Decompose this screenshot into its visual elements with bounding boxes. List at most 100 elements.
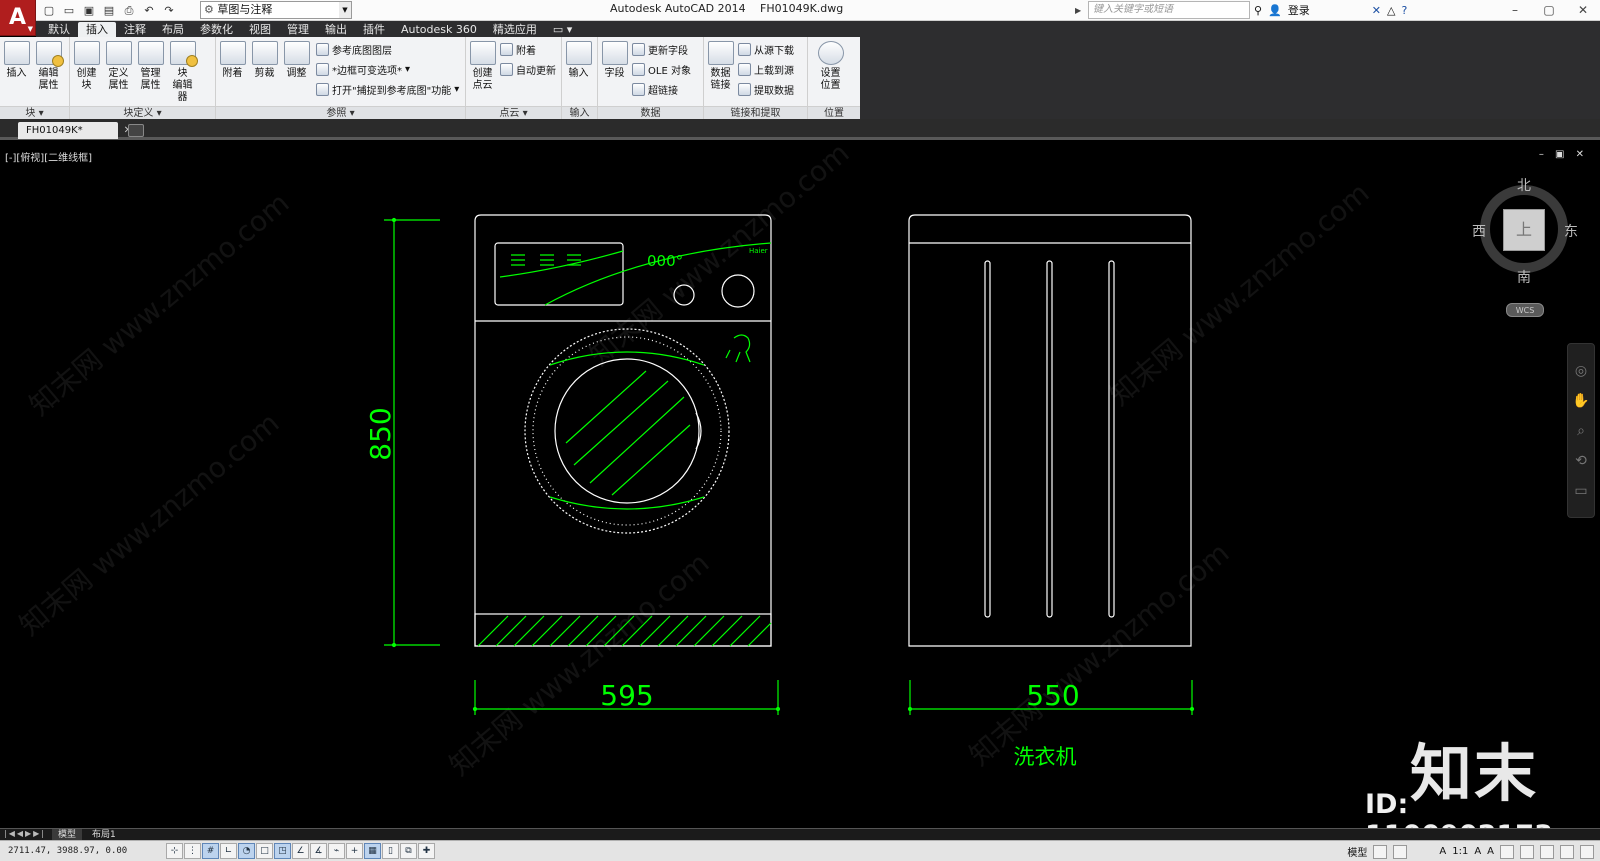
adjust-button[interactable]: 调整 bbox=[282, 41, 311, 80]
tab-manage[interactable]: 管理 bbox=[279, 22, 317, 37]
ole-object-button[interactable]: OLE 对象 bbox=[632, 61, 691, 77]
tab-plugins[interactable]: 插件 bbox=[355, 22, 393, 37]
hardware-acceleration-icon[interactable] bbox=[1540, 844, 1554, 859]
workspace-switching-icon[interactable] bbox=[1500, 844, 1514, 859]
data-link-button[interactable]: 数据 链接 bbox=[706, 41, 735, 92]
triangle-icon[interactable]: △ bbox=[1387, 4, 1395, 17]
coordinates-readout[interactable]: 2711.47, 3988.97, 0.00 bbox=[8, 846, 127, 856]
osnap-toggle[interactable]: □ bbox=[256, 843, 273, 859]
undo-icon[interactable]: ↶ bbox=[140, 2, 158, 19]
tab-view[interactable]: 视图 bbox=[241, 22, 279, 37]
panel-title[interactable]: 参照 ▾ bbox=[216, 106, 465, 119]
annotation-scale[interactable]: 1:1 bbox=[1452, 846, 1468, 857]
create-point-cloud-button[interactable]: 创建 点云 bbox=[468, 41, 497, 92]
minimize-icon[interactable]: – bbox=[1498, 0, 1532, 19]
open-file-icon[interactable]: ▭ bbox=[60, 2, 78, 19]
underlay-layers-button[interactable]: 参考底图图层 bbox=[316, 41, 459, 57]
frame-options-dropdown[interactable]: *边框可变选项* ▾ bbox=[316, 61, 459, 77]
panel-title[interactable]: 块定义 ▾ bbox=[70, 106, 215, 119]
auto-scale-icon[interactable]: A bbox=[1487, 846, 1494, 857]
polar-toggle[interactable]: ◔ bbox=[238, 843, 255, 859]
ribbon-options-icon[interactable]: ▭ ▾ bbox=[545, 22, 580, 37]
exchange-icon[interactable]: ✕ bbox=[1372, 4, 1381, 17]
dyn-toggle[interactable]: ⌁ bbox=[328, 843, 345, 859]
attach-button[interactable]: 附着 bbox=[218, 41, 247, 80]
maximize-icon[interactable]: ▢ bbox=[1532, 0, 1566, 19]
tab-insert[interactable]: 插入 bbox=[78, 22, 116, 37]
user-icon[interactable]: 👤 bbox=[1268, 4, 1282, 17]
hyperlink-button[interactable]: 超链接 bbox=[632, 81, 691, 97]
snap-toggle[interactable]: ⋮ bbox=[184, 843, 201, 859]
login-link[interactable]: 登录 bbox=[1288, 2, 1310, 18]
help-icon[interactable]: ? bbox=[1401, 4, 1407, 17]
viewport-controls-label[interactable]: [-][俯视][二维线框] bbox=[5, 149, 92, 164]
annotation-visibility-icon[interactable]: A bbox=[1474, 846, 1481, 857]
workspace-selector[interactable]: ⚙ 草图与注释 ▼ bbox=[200, 1, 352, 19]
new-file-icon[interactable]: ▢ bbox=[40, 2, 58, 19]
viewport-window-controls[interactable]: – ▣ ✕ bbox=[1539, 149, 1588, 160]
update-fields-button[interactable]: 更新字段 bbox=[632, 41, 691, 57]
save-as-icon[interactable]: ▤ bbox=[100, 2, 118, 19]
tab-featured-apps[interactable]: 精选应用 bbox=[485, 22, 545, 37]
set-location-button[interactable]: 设置 位置 bbox=[816, 41, 845, 92]
infer-constraints-toggle[interactable]: ⊹ bbox=[166, 843, 183, 859]
attach-point-cloud-button[interactable]: 附着 bbox=[500, 41, 556, 57]
pan-icon[interactable]: ✋ bbox=[1568, 386, 1594, 416]
viewcube[interactable]: 上 北 南 西 东 WCS bbox=[1472, 178, 1582, 317]
viewcube-face[interactable]: 上 bbox=[1503, 209, 1545, 251]
ortho-toggle[interactable]: ∟ bbox=[220, 843, 237, 859]
showmotion-icon[interactable]: ▭ bbox=[1568, 476, 1594, 506]
download-from-source-button[interactable]: 从源下载 bbox=[738, 41, 794, 57]
tab-autodesk360[interactable]: Autodesk 360 bbox=[393, 22, 485, 37]
auto-update-button[interactable]: 自动更新 bbox=[500, 61, 556, 77]
tab-annotate[interactable]: 注释 bbox=[116, 22, 154, 37]
steering-wheel-icon[interactable]: ◎ bbox=[1568, 356, 1594, 386]
close-icon[interactable]: ✕ bbox=[1566, 0, 1600, 19]
binoculars-icon[interactable]: ⚲ bbox=[1254, 4, 1262, 17]
3d-osnap-toggle[interactable]: ◳ bbox=[274, 843, 291, 859]
tab-parametric[interactable]: 参数化 bbox=[192, 22, 241, 37]
document-tab[interactable]: FH01049K*✕ bbox=[18, 122, 132, 139]
quick-view-drawings-icon[interactable] bbox=[1393, 844, 1408, 859]
selection-cycling-toggle[interactable]: ⧉ bbox=[400, 843, 417, 859]
expand-arrow-icon[interactable]: ▶ bbox=[1075, 3, 1081, 19]
isolate-objects-icon[interactable] bbox=[1560, 844, 1574, 859]
ducs-toggle[interactable]: ∡ bbox=[310, 843, 327, 859]
extract-data-button[interactable]: 提取数据 bbox=[738, 81, 794, 97]
orbit-icon[interactable]: ⟲ bbox=[1568, 446, 1594, 476]
save-icon[interactable]: ▣ bbox=[80, 2, 98, 19]
wcs-menu[interactable]: WCS bbox=[1506, 303, 1544, 317]
quick-view-layouts-icon[interactable] bbox=[1373, 844, 1388, 859]
drawing-canvas[interactable]: 知末网 www.znzmo.com 知末网 www.znzmo.com 知末网 … bbox=[0, 136, 1600, 851]
insert-block-button[interactable]: 插入 bbox=[2, 41, 31, 92]
new-tab-button[interactable] bbox=[128, 124, 144, 137]
tab-default[interactable]: 默认 bbox=[40, 22, 78, 37]
lineweight-toggle[interactable]: + bbox=[346, 843, 363, 859]
quick-properties-toggle[interactable]: ▯ bbox=[382, 843, 399, 859]
clip-button[interactable]: 剪裁 bbox=[250, 41, 279, 80]
create-block-button[interactable]: 创建块 bbox=[72, 41, 101, 104]
clean-screen-icon[interactable] bbox=[1580, 844, 1594, 859]
otrack-toggle[interactable]: ∠ bbox=[292, 843, 309, 859]
print-icon[interactable]: ⎙ bbox=[120, 2, 138, 19]
manage-attribute-button[interactable]: 管理 属性 bbox=[136, 41, 165, 104]
compass-north[interactable]: 北 bbox=[1517, 175, 1531, 195]
tab-output[interactable]: 输出 bbox=[317, 22, 355, 37]
panel-title[interactable]: 点云 ▾ bbox=[466, 106, 561, 119]
compass-east[interactable]: 东 bbox=[1564, 221, 1578, 241]
grid-toggle[interactable]: # bbox=[202, 843, 219, 859]
compass-south[interactable]: 南 bbox=[1517, 267, 1531, 287]
field-button[interactable]: 字段 bbox=[600, 41, 629, 80]
annotation-scale-icon[interactable]: A bbox=[1439, 846, 1446, 857]
import-button[interactable]: 输入 bbox=[564, 41, 593, 80]
block-editor-button[interactable]: 块编辑器 bbox=[168, 41, 198, 104]
edit-attribute-button[interactable]: 编辑 属性 bbox=[34, 41, 64, 92]
annotation-monitor-toggle[interactable]: ✚ bbox=[418, 843, 435, 859]
model-space-label[interactable]: 模型 bbox=[1347, 844, 1367, 859]
autocad-logo[interactable]: A ▼ bbox=[0, 0, 36, 36]
redo-icon[interactable]: ↷ bbox=[160, 2, 178, 19]
tab-layout[interactable]: 布局 bbox=[154, 22, 192, 37]
compass-west[interactable]: 西 bbox=[1472, 221, 1486, 241]
upload-to-source-button[interactable]: 上载到源 bbox=[738, 61, 794, 77]
layout-nav-arrows[interactable]: |◀◀▶▶| bbox=[4, 829, 46, 838]
